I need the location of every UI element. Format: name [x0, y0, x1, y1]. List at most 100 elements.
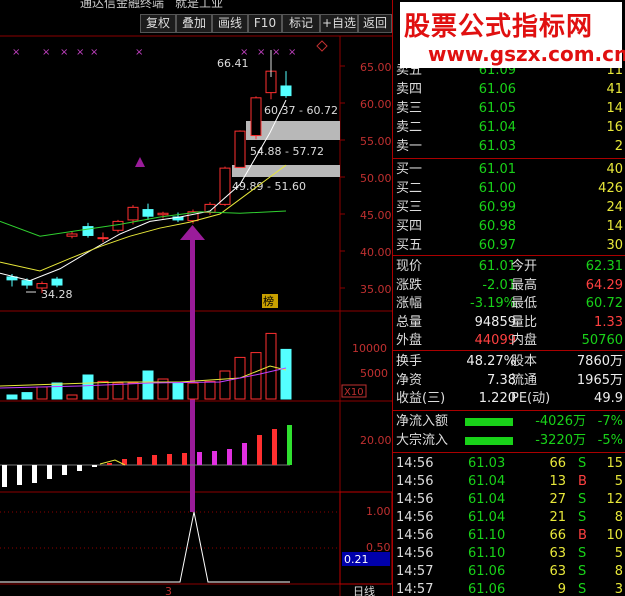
- asks-row: 卖二 61.04 16: [393, 119, 625, 137]
- stat2-value: 7860万: [576, 354, 623, 369]
- stat-label: 量比: [511, 314, 538, 330]
- stat2-value: 48.27%: [466, 354, 516, 369]
- bids-volume: 40: [606, 162, 623, 177]
- tick-time: 14:56: [396, 492, 434, 507]
- tick-side: B: [578, 528, 587, 543]
- signal-line: [0, 511, 290, 583]
- flow-bar: [272, 429, 277, 465]
- flow-bar: [257, 435, 262, 465]
- tick-volume: 21: [549, 510, 566, 525]
- y-tick-60: 60.00: [360, 98, 392, 111]
- flow-bar: [152, 455, 157, 465]
- signal-current-value: 0.21: [344, 553, 369, 566]
- stat-label: 最高: [511, 277, 538, 293]
- divider-stats2: [393, 410, 625, 411]
- fund-flow-label: 大宗流入: [396, 433, 449, 448]
- divider-ask-bid: [393, 158, 625, 159]
- asks-row: 卖三 61.05 14: [393, 100, 625, 118]
- tick-row: 14:56 61.04 13 B 5: [393, 473, 625, 491]
- tick-count: 8: [614, 564, 623, 579]
- volume-bar: [112, 382, 124, 400]
- tick-price: 61.03: [468, 456, 506, 471]
- kline-chart-area[interactable]: 通达信金融终端 就是工业 复权 叠加 画线 F10 标记 +自选 返回 65.0…: [0, 0, 392, 596]
- zone2-label: 54.88 - 57.72: [250, 145, 324, 158]
- badge-label: 榜: [263, 294, 274, 308]
- volume-layer: [0, 332, 292, 400]
- tick-count: 5: [614, 546, 623, 561]
- tick-time: 14:56: [396, 546, 434, 561]
- tick-row: 14:56 61.10 63 S 5: [393, 545, 625, 563]
- x-mark: ×: [240, 47, 248, 58]
- flow-bar: [182, 453, 187, 465]
- volume-bar: [127, 382, 139, 400]
- x-mark: ×: [90, 47, 98, 58]
- bids-volume: 14: [606, 219, 623, 234]
- stat-label: 今开: [511, 259, 538, 274]
- stat2-row: 换手 48.27% 股本 7860万: [393, 353, 625, 371]
- volume-bar: [66, 394, 78, 400]
- stat2-row: 净资 7.38 流通 1965万: [393, 372, 625, 390]
- candle-body: [21, 280, 33, 286]
- volume-bar: [36, 386, 48, 400]
- candle-body: [36, 283, 48, 289]
- vol-multiplier: X10: [344, 387, 364, 398]
- stat-row: 现价 61.01 今开 62.31: [393, 258, 625, 276]
- stat2-value: 49.9: [594, 391, 623, 406]
- quote-panel: 卖五 61.09 11 卖四 61.06 41 卖三 61.05 14 卖二 61.04 16 卖一 61…: [392, 0, 625, 596]
- tick-time: 14:56: [396, 528, 434, 543]
- stat2-label: 流通: [511, 372, 538, 388]
- volume-bar: [187, 382, 199, 400]
- stat-row: 涨幅 -3.19% 最低 60.72: [393, 295, 625, 313]
- volume-bar: [82, 374, 94, 400]
- fund-flow-bar: [465, 418, 513, 426]
- bids-label: 买四: [396, 219, 423, 234]
- flow-line: [99, 459, 126, 466]
- tick-volume: 63: [549, 564, 566, 579]
- flow-bar: [227, 449, 232, 465]
- period-label: 日线: [353, 584, 375, 596]
- tick-time: 14:57: [396, 582, 434, 596]
- tick-row: 14:57 61.06 9 S 3: [393, 581, 625, 596]
- tick-count: 15: [606, 456, 623, 471]
- volume-bar: [280, 348, 292, 400]
- stat2-value: 1965万: [576, 372, 623, 388]
- candle-body: [127, 206, 139, 221]
- volume-bar: [6, 394, 18, 400]
- stat-value: 1.33: [594, 314, 623, 330]
- tick-side: S: [578, 564, 587, 579]
- tick-count: 10: [606, 528, 623, 543]
- bids-row: 买五 60.97 30: [393, 237, 625, 255]
- fund-flow-value: -4026万: [535, 414, 586, 429]
- stat-value: 60.72: [585, 296, 623, 311]
- asks-price: 61.04: [478, 120, 516, 135]
- divider-book-stats: [393, 255, 625, 256]
- fund-flow-bar: [465, 437, 513, 445]
- tick-time: 14:56: [396, 510, 434, 525]
- stat-value: 44099: [474, 333, 516, 348]
- asks-label: 卖四: [396, 82, 423, 97]
- flow-bar: [197, 452, 202, 465]
- tick-price: 61.04: [468, 510, 506, 525]
- divider-stats: [393, 350, 625, 351]
- stat-row: 涨跌 -2.01 最高 64.29: [393, 277, 625, 295]
- flow-tick-20: 20.00: [360, 434, 392, 447]
- flow-bar: [62, 465, 67, 475]
- asks-price: 61.06: [478, 82, 516, 97]
- tick-count: 12: [606, 492, 623, 507]
- candle-body: [97, 237, 109, 240]
- tick-side: S: [578, 456, 587, 471]
- stat2-label: 换手: [396, 354, 423, 369]
- bids-volume: 30: [606, 238, 623, 253]
- bids-row: 买一 61.01 40: [393, 161, 625, 179]
- candle-body: [280, 85, 292, 97]
- y-tick-50: 50.00: [360, 172, 392, 185]
- bids-label: 买三: [396, 200, 423, 215]
- tick-volume: 27: [549, 492, 566, 507]
- tick-side: S: [578, 492, 587, 507]
- bids-label: 买二: [396, 181, 423, 196]
- kline-svg[interactable]: 65.00 60.00 55.00 50.00 45.00 40.00 35.0…: [0, 0, 392, 596]
- vol-tick-5000: 5000: [360, 367, 388, 380]
- candle-body: [82, 226, 94, 236]
- bids-row: 买三 60.99 24: [393, 199, 625, 217]
- asks-label: 卖二: [396, 120, 423, 135]
